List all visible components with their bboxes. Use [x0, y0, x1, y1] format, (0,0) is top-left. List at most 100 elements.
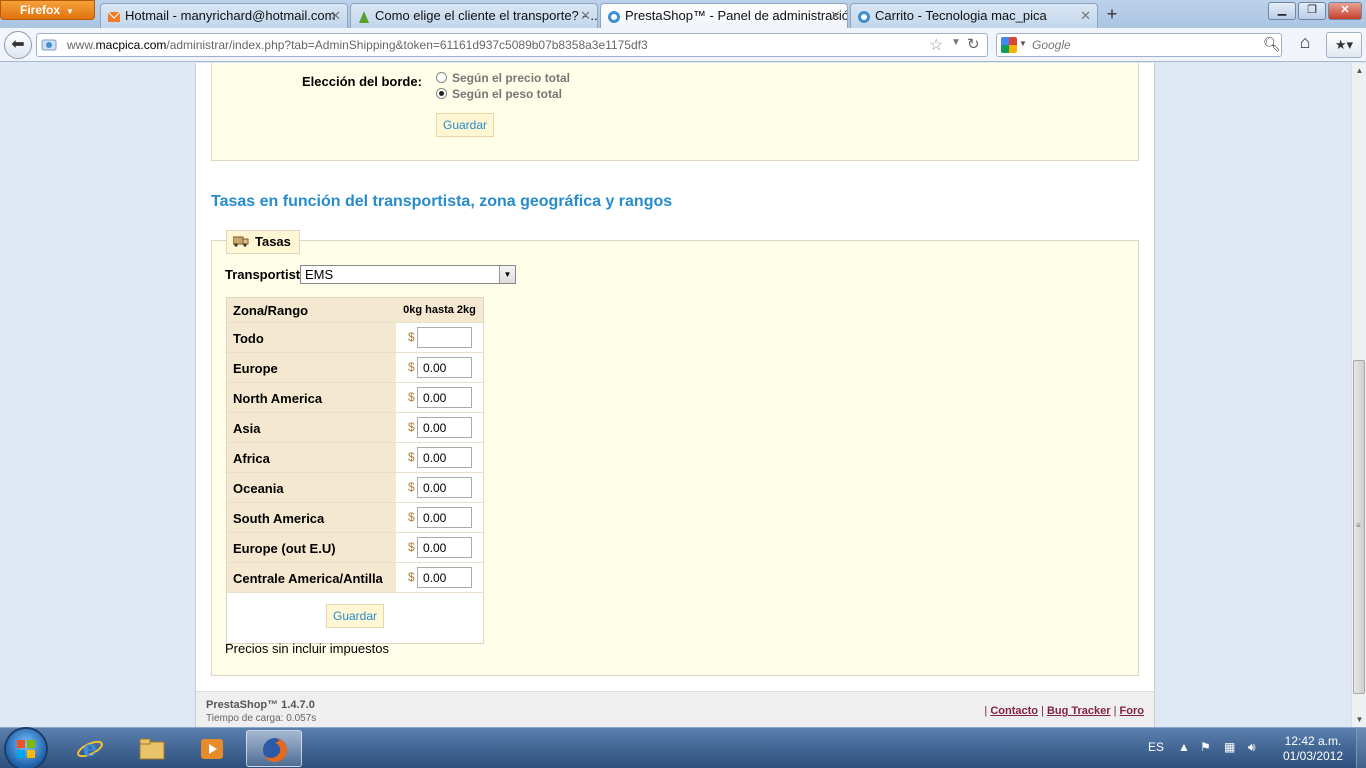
- search-bar[interactable]: ▼ Google 🔍︎: [996, 33, 1282, 57]
- google-icon[interactable]: [1001, 37, 1017, 53]
- column-header-range: 0kg hasta 2kg: [396, 298, 483, 322]
- table-row: South America $0.00: [227, 503, 483, 533]
- scrollbar-thumb[interactable]: ≡: [1353, 360, 1365, 694]
- radio-button[interactable]: [436, 72, 447, 83]
- rate-input[interactable]: 0.00: [417, 537, 472, 558]
- rate-input[interactable]: 0.00: [417, 417, 472, 438]
- carrier-selected-value: EMS: [305, 267, 334, 282]
- vertical-scrollbar[interactable]: ▲ ≡ ▼: [1351, 63, 1366, 727]
- border-choice-panel: Elección del borde: Según el precio tota…: [211, 63, 1139, 161]
- carrier-label: Transportista:: [225, 267, 312, 282]
- show-desktop-button[interactable]: [1356, 728, 1366, 768]
- tax-note: Precios sin incluir impuestos: [225, 641, 390, 656]
- legend-label: Tasas: [255, 234, 291, 249]
- site-identity-icon: [41, 39, 57, 51]
- media-player-icon: [201, 739, 223, 759]
- admin-page: Elección del borde: Según el precio tota…: [195, 63, 1155, 727]
- table-row: North America $0.00: [227, 383, 483, 413]
- zone-name: Africa: [227, 443, 396, 472]
- tab-hotmail[interactable]: Hotmail - manyrichard@hotmail.com ✕: [100, 3, 348, 28]
- tab-forum[interactable]: Como elige el cliente el transporte? - .…: [350, 3, 598, 28]
- history-dropdown-icon[interactable]: ▼: [951, 37, 961, 48]
- admin-footer: PrestaShop™ 1.4.7.0 Tiempo de carga: 0.0…: [196, 691, 1154, 727]
- rate-input[interactable]: 0.00: [417, 477, 472, 498]
- rate-input[interactable]: 0.00: [417, 567, 472, 588]
- scroll-up-arrow-icon[interactable]: ▲: [1352, 63, 1366, 78]
- close-window-button[interactable]: ✕: [1328, 2, 1362, 20]
- close-tab-icon[interactable]: ✕: [830, 8, 841, 24]
- rate-input[interactable]: [417, 327, 472, 348]
- minimize-button[interactable]: ▁: [1268, 2, 1296, 20]
- table-header-row: Zona/Rango 0kg hasta 2kg: [227, 298, 483, 323]
- tab-carrito[interactable]: Carrito - Tecnologia mac_pica ✕: [850, 3, 1098, 28]
- rate-input[interactable]: 0.00: [417, 507, 472, 528]
- start-button[interactable]: [6, 729, 46, 768]
- bug-tracker-link[interactable]: Bug Tracker: [1047, 705, 1111, 717]
- carrier-select[interactable]: EMS ▼: [300, 265, 516, 284]
- zone-name: Asia: [227, 413, 396, 442]
- chevron-down-icon[interactable]: ▼: [1019, 39, 1027, 48]
- restore-button[interactable]: ❐: [1298, 2, 1326, 20]
- contact-link[interactable]: Contacto: [990, 705, 1038, 717]
- table-footer-row: Guardar: [227, 593, 483, 643]
- footer-version: PrestaShop™ 1.4.7.0: [206, 699, 315, 711]
- back-arrow-icon[interactable]: ⬅: [4, 31, 32, 59]
- rate-input[interactable]: 0.00: [417, 357, 472, 378]
- search-icon[interactable]: 🔍︎: [1263, 36, 1281, 53]
- currency-symbol: $: [408, 510, 415, 524]
- bookmarks-menu-button[interactable]: ★▾: [1326, 32, 1362, 58]
- prestashop-icon: [608, 11, 620, 23]
- close-tab-icon[interactable]: ✕: [1080, 8, 1091, 24]
- rate-input[interactable]: 0.00: [417, 387, 472, 408]
- show-hidden-icons-icon[interactable]: ▲: [1178, 740, 1190, 754]
- zone-name: South America: [227, 503, 396, 532]
- close-tab-icon[interactable]: ✕: [330, 8, 341, 24]
- windows-taskbar: e ES ▲ ⚑ ▦ 🔊︎ 12:42 a.m. 01/03/2012: [0, 727, 1366, 768]
- bookmark-star-icon[interactable]: ☆: [929, 35, 943, 55]
- taskbar-internet-explorer[interactable]: e: [62, 730, 118, 767]
- footer-load-time: Tiempo de carga: 0.057s: [206, 713, 317, 724]
- tab-prestashop-admin[interactable]: PrestaShop™ - Panel de administración ✕: [600, 3, 848, 29]
- radio-option-price[interactable]: Según el precio total: [436, 71, 570, 85]
- separator: |: [1113, 705, 1117, 717]
- save-border-button[interactable]: Guardar: [436, 113, 494, 137]
- forum-link[interactable]: Foro: [1120, 705, 1144, 717]
- clock-time: 12:42 a.m.: [1284, 734, 1342, 748]
- grip-icon: ≡: [1356, 521, 1361, 530]
- rate-input[interactable]: 0.00: [417, 447, 472, 468]
- url-bar[interactable]: www.macpica.com/administrar/index.php?ta…: [36, 33, 988, 57]
- rate-cell: $0.00: [396, 413, 483, 442]
- save-rates-button[interactable]: Guardar: [326, 604, 384, 628]
- folder-icon: [139, 738, 165, 760]
- scroll-down-arrow-icon[interactable]: ▼: [1352, 712, 1366, 727]
- url-text[interactable]: www.macpica.com/administrar/index.php?ta…: [67, 38, 648, 52]
- taskbar-media-player[interactable]: [184, 730, 240, 767]
- network-icon[interactable]: ▦: [1224, 740, 1235, 754]
- currency-symbol: $: [408, 480, 415, 494]
- windows-logo-icon: [17, 740, 35, 758]
- table-row: Todo $: [227, 323, 483, 353]
- search-input[interactable]: Google: [1032, 38, 1071, 52]
- taskbar-explorer[interactable]: [124, 730, 180, 767]
- close-tab-icon[interactable]: ✕: [580, 8, 591, 24]
- border-choice-label: Elección del borde:: [302, 74, 422, 89]
- language-indicator[interactable]: ES: [1148, 740, 1164, 754]
- taskbar-firefox[interactable]: [246, 730, 302, 767]
- radio-button-checked[interactable]: [436, 88, 447, 99]
- table-body: Todo $ Europe $0.00 North America $0.00 Asia $0…: [227, 323, 483, 593]
- tab-title: Carrito - Tecnologia mac_pica: [875, 8, 1047, 23]
- new-tab-button[interactable]: +: [1101, 4, 1123, 26]
- rate-cell: $0.00: [396, 473, 483, 502]
- radio-option-weight[interactable]: Según el peso total: [436, 87, 562, 101]
- chevron-down-icon[interactable]: ▼: [499, 266, 515, 283]
- home-icon[interactable]: ⌂: [1290, 32, 1320, 58]
- reload-icon[interactable]: ↻: [967, 35, 980, 53]
- navigation-toolbar: ⬅ www.macpica.com/administrar/index.php?…: [0, 28, 1366, 62]
- zone-name: Europe: [227, 353, 396, 382]
- system-clock[interactable]: 12:42 a.m. 01/03/2012: [1278, 734, 1348, 764]
- volume-icon[interactable]: 🔊︎: [1248, 740, 1256, 755]
- rate-cell: $0.00: [396, 503, 483, 532]
- firefox-menu-button[interactable]: Firefox ▼: [0, 0, 95, 20]
- action-center-flag-icon[interactable]: ⚑: [1200, 740, 1211, 754]
- truck-icon: [233, 236, 249, 247]
